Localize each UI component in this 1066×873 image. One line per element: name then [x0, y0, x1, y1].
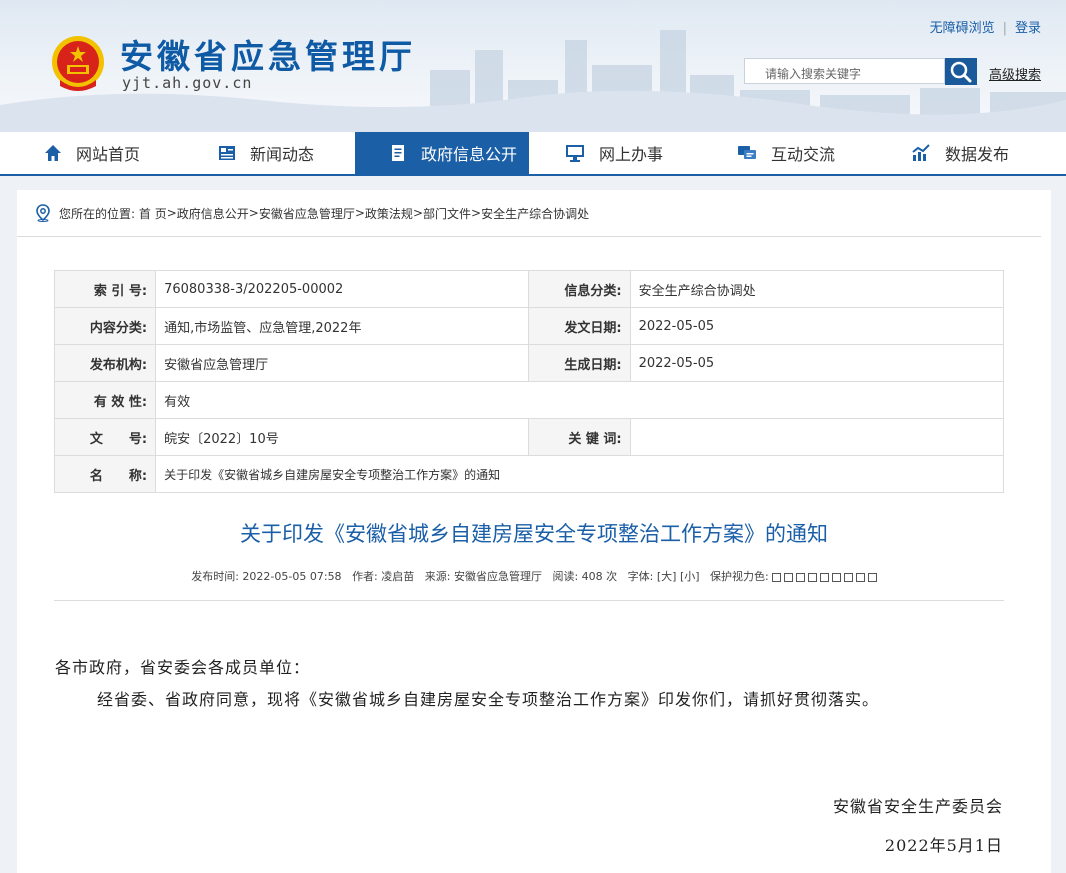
view-count: 阅读: 408 次 [552, 570, 618, 583]
nav-item-label: 政府信息公开 [421, 145, 518, 164]
signature: 安徽省安全生产委员会 [832, 797, 1003, 816]
breadcrumb-sep: > [412, 206, 423, 220]
keywords-value [629, 418, 1005, 456]
content-panel: 您所在的位置: 首 页 > 政府信息公开 > 安徽省应急管理厅 > 政策法规 >… [17, 190, 1051, 873]
search-input[interactable]: 请输入搜索关键字 [744, 58, 945, 84]
toplink-separator: | [1002, 21, 1007, 36]
created-date-value: 2022-05-05 [629, 344, 1005, 382]
nav-item-label: 数据发布 [945, 145, 1010, 164]
nav-item-label: 网上办事 [599, 145, 664, 164]
chart-icon [912, 144, 930, 161]
breadcrumb-sep: > [354, 206, 365, 220]
signature-date: 2022年5月1日 [884, 836, 1003, 855]
breadcrumb-sep: > [166, 206, 177, 220]
source: 来源: 安徽省应急管理厅 [424, 570, 542, 583]
nav-item-label: 互动交流 [771, 145, 836, 164]
index-label: 索 引 号: [53, 270, 157, 308]
docno-value: 皖安〔2022〕10号 [155, 418, 530, 456]
breadcrumb: 您所在的位置: 首 页 > 政府信息公开 > 安徽省应急管理厅 > 政策法规 >… [35, 204, 589, 222]
table-row: 文 号: 皖安〔2022〕10号 关 键 词: [53, 418, 1005, 456]
breadcrumb-item-home[interactable]: 首 页 [139, 205, 167, 222]
main-nav: 网站首页 新闻动态 政府信息公开 网上办事 互动交流 数据发布 [0, 132, 1066, 176]
breadcrumb-divider [17, 236, 1041, 237]
eye-color-swatches [769, 570, 877, 583]
monitor-icon [566, 145, 584, 162]
docno-label: 文 号: [53, 418, 157, 456]
top-links: 无障碍浏览 | 登录 [930, 17, 1041, 36]
validity-value: 有效 [155, 381, 1004, 419]
color-swatch[interactable] [843, 572, 853, 582]
article-title: 关于印发《安徽省城乡自建房屋安全专项整治工作方案》的通知 [240, 522, 828, 546]
breadcrumb-item-policy[interactable]: 政策法规 [365, 205, 413, 222]
site-url: yjt.ah.gov.cn [122, 74, 253, 92]
category-label: 信息分类: [528, 270, 631, 308]
breadcrumb-prefix: 您所在的位置: [59, 206, 136, 221]
advanced-search-link[interactable]: 高级搜索 [989, 64, 1041, 83]
nav-item-home[interactable]: 网站首页 [44, 132, 140, 174]
issue-date-label: 发文日期: [528, 307, 631, 345]
article-info-bar: 发布时间: 2022-05-05 07:58 作者: 凌启苗 来源: 安徽省应急… [17, 568, 1051, 584]
color-swatch[interactable] [783, 572, 793, 582]
validity-label: 有 效 性: [53, 381, 157, 419]
nav-item-interaction[interactable]: 互动交流 [737, 132, 835, 174]
nav-item-data[interactable]: 数据发布 [911, 132, 1009, 174]
table-row: 名 称: 关于印发《安徽省城乡自建房屋安全专项整治工作方案》的通知 [53, 455, 1004, 493]
table-row: 有 效 性: 有效 [53, 381, 1004, 419]
publisher-value: 安徽省应急管理厅 [155, 344, 530, 382]
breadcrumb-item-dept-docs[interactable]: 部门文件 [423, 205, 471, 222]
nav-item-online-services[interactable]: 网上办事 [565, 132, 663, 174]
color-swatch[interactable] [855, 572, 865, 582]
font-size-control[interactable]: 字体: [大] [小] [628, 570, 700, 583]
color-swatch[interactable] [807, 572, 817, 582]
content-label: 内容分类: [53, 307, 157, 345]
national-emblem-logo [52, 36, 104, 91]
breadcrumb-item-gov-info[interactable]: 政府信息公开 [177, 205, 249, 222]
home-icon [45, 145, 61, 161]
chat-icon [738, 146, 756, 159]
salutation: 各市政府，省安委会各成员单位： [55, 658, 311, 677]
issue-date-value: 2022-05-05 [629, 307, 1005, 345]
breadcrumb-item-dept[interactable]: 安徽省应急管理厅 [259, 205, 355, 222]
color-swatch[interactable] [819, 572, 829, 582]
document-meta-table: 索 引 号: 76080338-3/202205-00002 信息分类: 安全生… [53, 270, 1005, 493]
author: 作者: 凌启苗 [352, 570, 415, 583]
location-pin-icon [36, 204, 50, 222]
table-row: 索 引 号: 76080338-3/202205-00002 信息分类: 安全生… [53, 270, 1005, 308]
index-value: 76080338-3/202205-00002 [155, 270, 530, 308]
table-row: 发布机构: 安徽省应急管理厅 生成日期: 2022-05-05 [53, 344, 1005, 382]
login-link[interactable]: 登录 [1015, 21, 1041, 36]
keywords-label: 关 键 词: [528, 418, 631, 456]
breadcrumb-item-current[interactable]: 安全生产综合协调处 [481, 205, 589, 222]
news-icon [219, 146, 235, 160]
article-paragraph: 经省委、省政府同意，现将《安徽省城乡自建房屋安全专项整治工作方案》印发你们，请抓… [97, 690, 880, 709]
name-value: 关于印发《安徽省城乡自建房屋安全专项整治工作方案》的通知 [155, 455, 1004, 493]
publish-time: 发布时间: 2022-05-05 07:58 [191, 570, 342, 583]
publisher-label: 发布机构: [53, 344, 157, 382]
name-label: 名 称: [53, 455, 157, 493]
accessible-mode-link[interactable]: 无障碍浏览 [930, 21, 995, 36]
table-row: 内容分类: 通知,市场监管、应急管理,2022年 发文日期: 2022-05-0… [53, 307, 1005, 345]
site-title: 安徽省应急管理厅 [120, 37, 416, 76]
breadcrumb-sep: > [471, 206, 482, 220]
search-icon [950, 61, 972, 83]
content-value: 通知,市场监管、应急管理,2022年 [155, 307, 530, 345]
nav-item-label: 新闻动态 [250, 145, 315, 164]
color-swatch[interactable] [831, 572, 841, 582]
category-value: 安全生产综合协调处 [629, 270, 1005, 308]
nav-item-label: 网站首页 [76, 145, 141, 164]
eye-protection-label: 保护视力色: [710, 570, 769, 583]
nav-item-gov-info[interactable]: 政府信息公开 [355, 132, 529, 174]
breadcrumb-sep: > [248, 206, 259, 220]
created-date-label: 生成日期: [528, 344, 631, 382]
document-icon [392, 145, 404, 161]
color-swatch[interactable] [795, 572, 805, 582]
search-button[interactable] [945, 58, 977, 85]
nav-item-news[interactable]: 新闻动态 [218, 132, 314, 174]
color-swatch[interactable] [771, 572, 781, 582]
info-divider [54, 600, 1004, 601]
color-swatch[interactable] [867, 572, 877, 582]
site-header: 安徽省应急管理厅 yjt.ah.gov.cn 无障碍浏览 | 登录 请输入搜索关键字… [0, 0, 1066, 132]
